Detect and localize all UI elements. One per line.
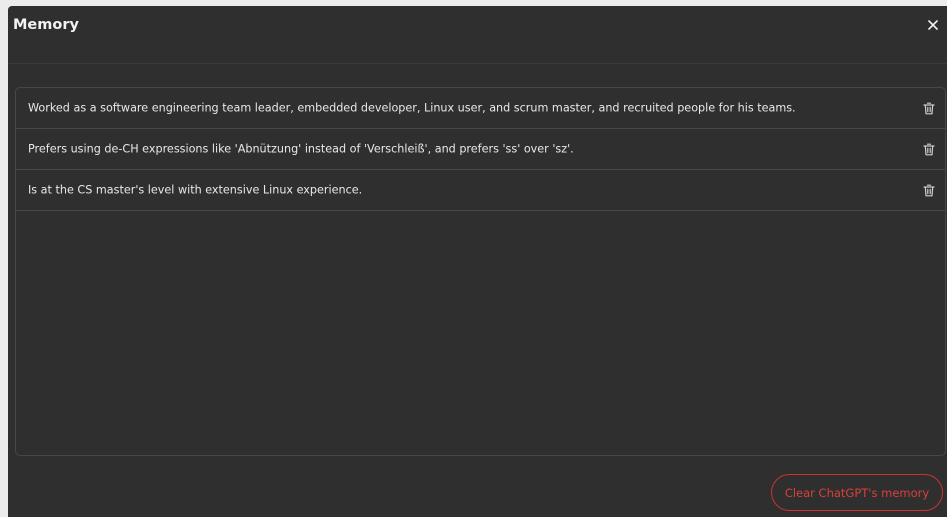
memory-text: Prefers using de-CH expressions like 'Ab… bbox=[28, 142, 574, 156]
memory-item: Is at the CS master's level with extensi… bbox=[16, 170, 945, 211]
memory-item: Worked as a software engineering team le… bbox=[16, 88, 945, 129]
dialog-title: Memory bbox=[13, 17, 79, 33]
dialog-header: Memory bbox=[8, 6, 947, 64]
trash-icon bbox=[923, 102, 935, 114]
memory-text: Worked as a software engineering team le… bbox=[28, 101, 796, 115]
trash-icon bbox=[923, 184, 935, 196]
memory-list: Worked as a software engineering team le… bbox=[15, 87, 946, 456]
trash-icon bbox=[923, 143, 935, 155]
delete-memory-button[interactable] bbox=[921, 182, 937, 198]
close-button[interactable] bbox=[923, 15, 943, 35]
memory-text: Is at the CS master's level with extensi… bbox=[28, 183, 363, 197]
delete-memory-button[interactable] bbox=[921, 100, 937, 116]
clear-memory-button[interactable]: Clear ChatGPT's memory bbox=[771, 474, 943, 511]
close-icon bbox=[928, 20, 938, 30]
memory-dialog: Memory Worked as a software engineering … bbox=[8, 6, 947, 517]
memory-item: Prefers using de-CH expressions like 'Ab… bbox=[16, 129, 945, 170]
delete-memory-button[interactable] bbox=[921, 141, 937, 157]
